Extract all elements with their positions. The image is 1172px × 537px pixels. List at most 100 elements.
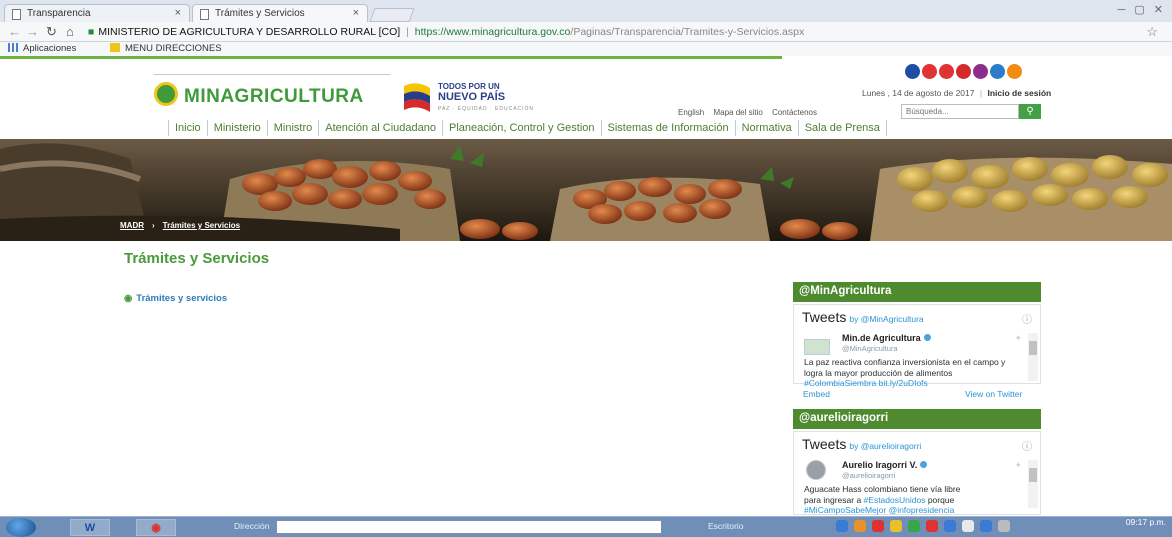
rss-icon[interactable] [1007,64,1022,79]
avatar[interactable] [804,339,830,355]
breadcrumb-home[interactable]: MADR [120,221,144,230]
facebook-icon[interactable] [905,64,920,79]
nav-ministerio[interactable]: Ministerio [208,120,268,136]
tray-icon[interactable] [872,520,884,532]
tab-tramites[interactable]: Trámites y Servicios × [192,4,368,22]
page-load-line [0,56,782,59]
network-icon[interactable] [980,520,992,532]
link-english[interactable]: English [678,108,704,117]
view-on-twitter-link[interactable]: View on Twitter [965,389,1022,399]
nav-atencion-ciudadano[interactable]: Atención al Ciudadano [319,120,443,136]
info-icon[interactable]: ⓘ [1022,438,1032,453]
instagram-icon[interactable] [956,64,971,79]
back-icon[interactable]: ← [8,24,21,39]
tray-icon[interactable] [890,520,902,532]
word-taskbar-icon[interactable]: W [70,519,110,536]
link-contact[interactable]: Contáctenos [772,108,817,117]
nav-normativa[interactable]: Normativa [736,120,799,136]
reload-icon[interactable]: ↻ [46,24,57,40]
youtube-icon[interactable] [922,64,937,79]
scrollbar-thumb[interactable] [1029,341,1037,355]
login-link[interactable]: Inicio de sesión [987,88,1051,98]
home-icon[interactable]: ⌂ [66,24,74,39]
logo-divider [154,74,390,75]
nav-sala-prensa[interactable]: Sala de Prensa [799,120,887,136]
twitter-bird-icon[interactable]: ✦ [1014,460,1022,471]
avatar[interactable] [806,460,826,480]
chrome-taskbar-icon[interactable]: ◉ [136,519,176,536]
tweet-text-fragment: porque [925,494,955,505]
scrollbar[interactable] [1028,333,1038,381]
tweet-handle[interactable]: @aurelioiragorri [842,471,895,480]
bookmark-menu-direcciones[interactable]: MENU DIRECCIONES [110,43,222,54]
tweet-text: La paz reactiva confianza inversionista … [804,357,1026,389]
tweet-hashtag-link[interactable]: #EstadosUnidos [864,495,926,505]
tweets-by-link[interactable]: by @aurelioiragorri [849,441,921,451]
lock-icon: ■ [88,26,95,38]
todos-por-un-nuevo-pais-logo[interactable]: TODOS POR UN NUEVO PAÍS PAZ · EQUIDAD · … [402,82,542,118]
desktop-toolbar-label[interactable]: Escritorio [708,521,743,531]
widget-heading-aurelioiragorri[interactable]: @aurelioiragorri [793,409,1041,429]
utility-links: English Mapa del sitio Contáctenos [678,108,824,117]
new-tab-button[interactable] [369,8,415,22]
clock-time: 09:17 p.m. [1125,517,1166,527]
tray-icon[interactable] [908,520,920,532]
start-button[interactable] [6,518,36,537]
minagricultura-logo[interactable]: MINAGRICULTURA [154,82,364,108]
window-controls[interactable]: ─ ▢ ✕ [1117,3,1166,16]
social-icons [905,64,1024,80]
tray-icon[interactable] [836,520,848,532]
address-bar[interactable]: ■ MINISTERIO DE AGRICULTURA Y DESARROLLO … [88,24,1148,40]
tweet-hashtag-link[interactable]: #ColombiaSiembra bit.ly/2uDIofs [804,378,928,388]
nav-sistemas-informacion[interactable]: Sistemas de Información [602,120,736,136]
twitter-timeline-aurelioiragorri: Tweets by @aurelioiragorri ⓘ Aurelio Irag… [793,431,1041,515]
bookmark-star-icon[interactable]: ☆ [1146,24,1158,40]
tramites-link[interactable]: ◉ Trámites y servicios [124,293,227,304]
search-button[interactable]: ⚲ [1019,104,1041,119]
scrollbar[interactable] [1028,460,1038,508]
scrollbar-thumb[interactable] [1029,468,1037,482]
twitter-bird-icon[interactable]: ✦ [1014,333,1022,344]
tab-transparencia[interactable]: Transparencia × [4,4,190,22]
taskbar-address-input[interactable] [276,520,662,534]
search-icon: ⚲ [1026,106,1034,117]
search-input[interactable] [901,104,1019,119]
close-icon[interactable]: × [353,7,359,19]
breadcrumb-current[interactable]: Trámites y Servicios [163,221,240,230]
nav-planeacion[interactable]: Planeación, Control y Gestion [443,120,602,136]
tray-icon[interactable] [926,520,938,532]
nav-inicio[interactable]: Inicio [168,120,208,136]
date-login: Lunes , 14 de agosto de 2017 | Inicio de… [862,88,1052,98]
volume-icon[interactable] [998,520,1010,532]
close-icon[interactable]: × [175,7,181,19]
link-sitemap[interactable]: Mapa del sitio [713,108,762,117]
twitter-icon[interactable] [990,64,1005,79]
taskbar-clock[interactable]: 09:17 p.m. [1126,518,1166,527]
author-name: Aurelio Iragorri V. [842,460,918,470]
current-date: Lunes , 14 de agosto de 2017 [862,88,975,98]
forward-icon[interactable]: → [26,24,39,39]
verified-icon [920,461,928,468]
tray-icon[interactable] [854,520,866,532]
tray-icon[interactable] [962,520,974,532]
tweet-author[interactable]: Aurelio Iragorri V. [842,460,928,470]
colombia-flag-icon [404,83,430,112]
tweet-hashtag-link[interactable]: #MiCampoSabeMejor @infopresidencia [804,505,1026,516]
nav-ministro[interactable]: Ministro [268,120,320,136]
main-navigation: Inicio Ministerio Ministro Atención al Ciud… [168,120,887,138]
tweet-author[interactable]: Min.de Agricultura [842,333,931,343]
tweet-text: Aguacate Hass colombiano tiene vía libre… [804,484,1026,516]
flickr-icon[interactable] [973,64,988,79]
verified-icon [923,334,931,341]
google-plus-icon[interactable] [939,64,954,79]
tramites-link-label: Trámites y servicios [136,293,228,304]
author-name: Min.de Agricultura [842,333,921,343]
info-icon[interactable]: ⓘ [1022,311,1032,326]
embed-link[interactable]: Embed [803,389,830,399]
tweets-by-link[interactable]: by @MinAgricultura [849,314,923,324]
bookmark-apps[interactable]: Aplicaciones [8,43,76,54]
breadcrumb: MADR › Trámites y Servicios [120,221,241,230]
widget-heading-minagricultura[interactable]: @MinAgricultura [793,282,1041,302]
tray-icon[interactable] [944,520,956,532]
tweet-handle[interactable]: @MinAgricultura [842,344,898,353]
